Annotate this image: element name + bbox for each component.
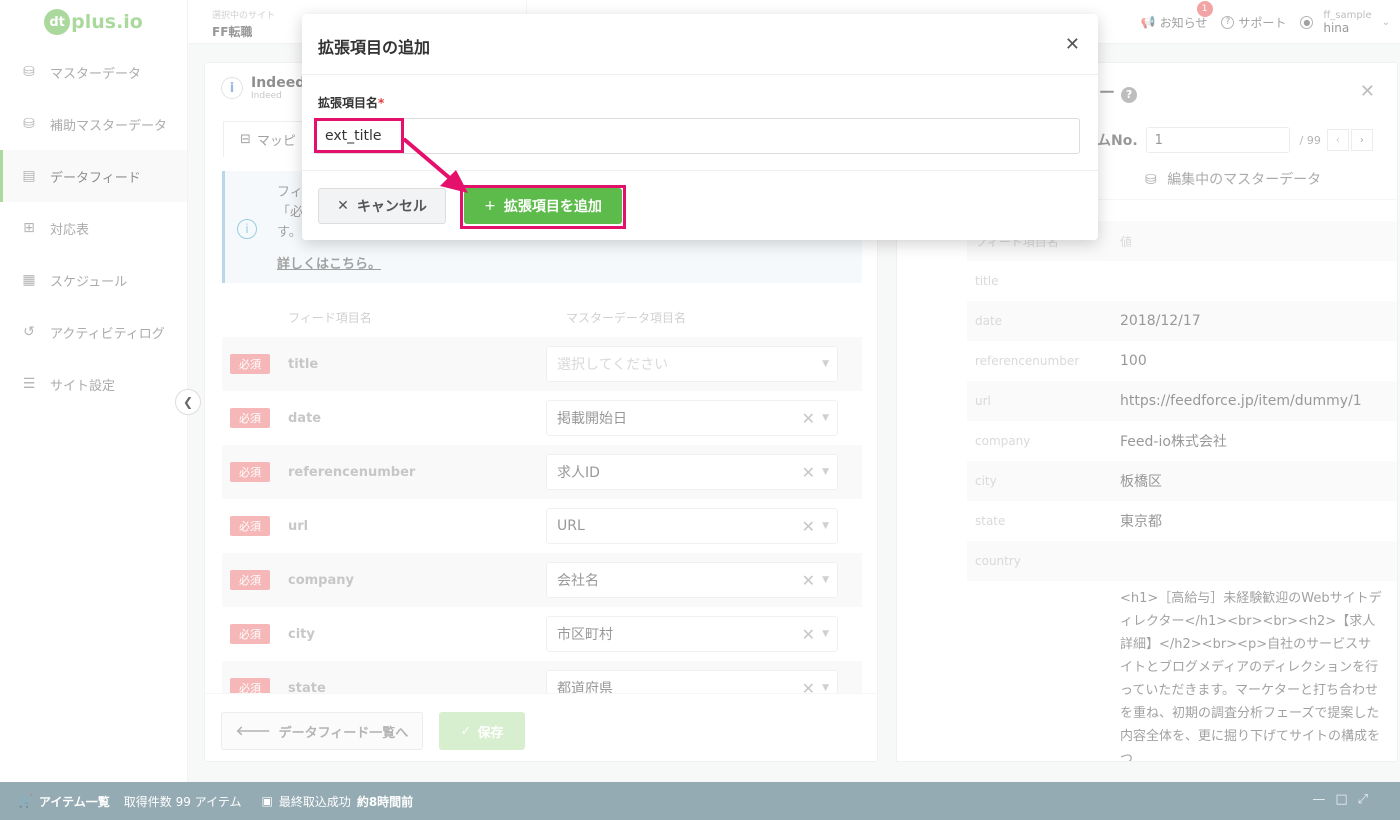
close-icon[interactable]: ✕ [1065,34,1080,55]
extension-name-label-text: 拡張項目名 [318,96,379,110]
cart-icon: 🛒 [18,794,33,808]
divider [302,74,1098,75]
extension-name-input[interactable]: ext_title [314,118,1080,154]
bottom-status-bar: 🛒 アイテム一覧 取得件数 99 アイテム ▣ 最終取込成功 約8時間前 —□⤢ [0,782,1400,820]
items-list-link[interactable]: アイテム一覧 [39,793,110,810]
calendar-icon: ▣ [261,794,273,808]
window-controls[interactable]: —□⤢ [1312,792,1378,807]
item-count: 取得件数 99 アイテム [123,794,242,809]
required-mark: * [378,96,385,110]
add-extension-modal: 拡張項目の追加 ✕ 拡張項目名* ext_title ✕ キャンセル + 拡張項… [302,14,1098,240]
button-highlight-box [460,185,626,229]
cancel-button[interactable]: ✕ キャンセル [318,188,446,224]
last-import-value: 約8時間前 [356,794,414,809]
close-icon: ✕ [337,198,349,214]
cancel-button-label: キャンセル [356,199,427,215]
sidebar-collapse-button[interactable]: ❮ [175,389,201,415]
modal-title: 拡張項目の追加 [318,38,431,57]
last-import-label: 最終取込成功 [278,794,351,809]
input-highlight-box [314,118,404,153]
divider [302,170,1098,171]
extension-name-label: 拡張項目名* [318,94,384,111]
